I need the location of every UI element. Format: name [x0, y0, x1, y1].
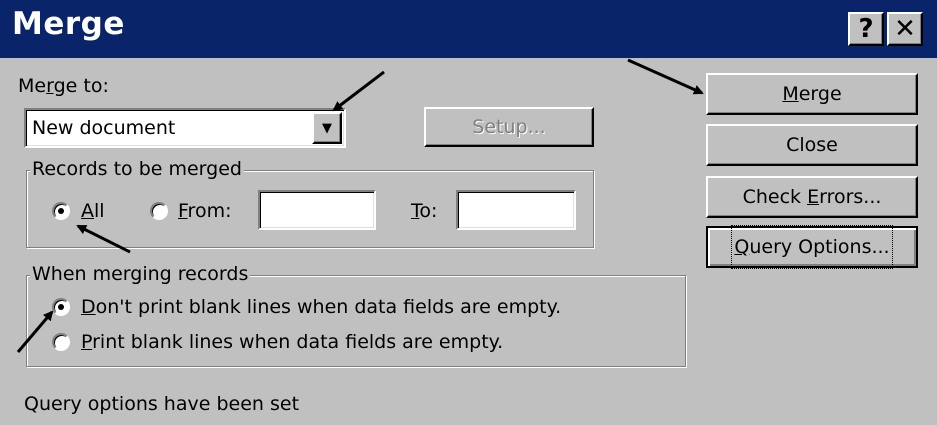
arrow-to-merge-button: [627, 58, 704, 95]
arrow-to-radio-all: [76, 224, 131, 254]
annotation-arrows: [16, 58, 704, 353]
arrow-to-dropdown: [332, 70, 385, 112]
arrow-to-radio-dont-print: [16, 310, 54, 353]
